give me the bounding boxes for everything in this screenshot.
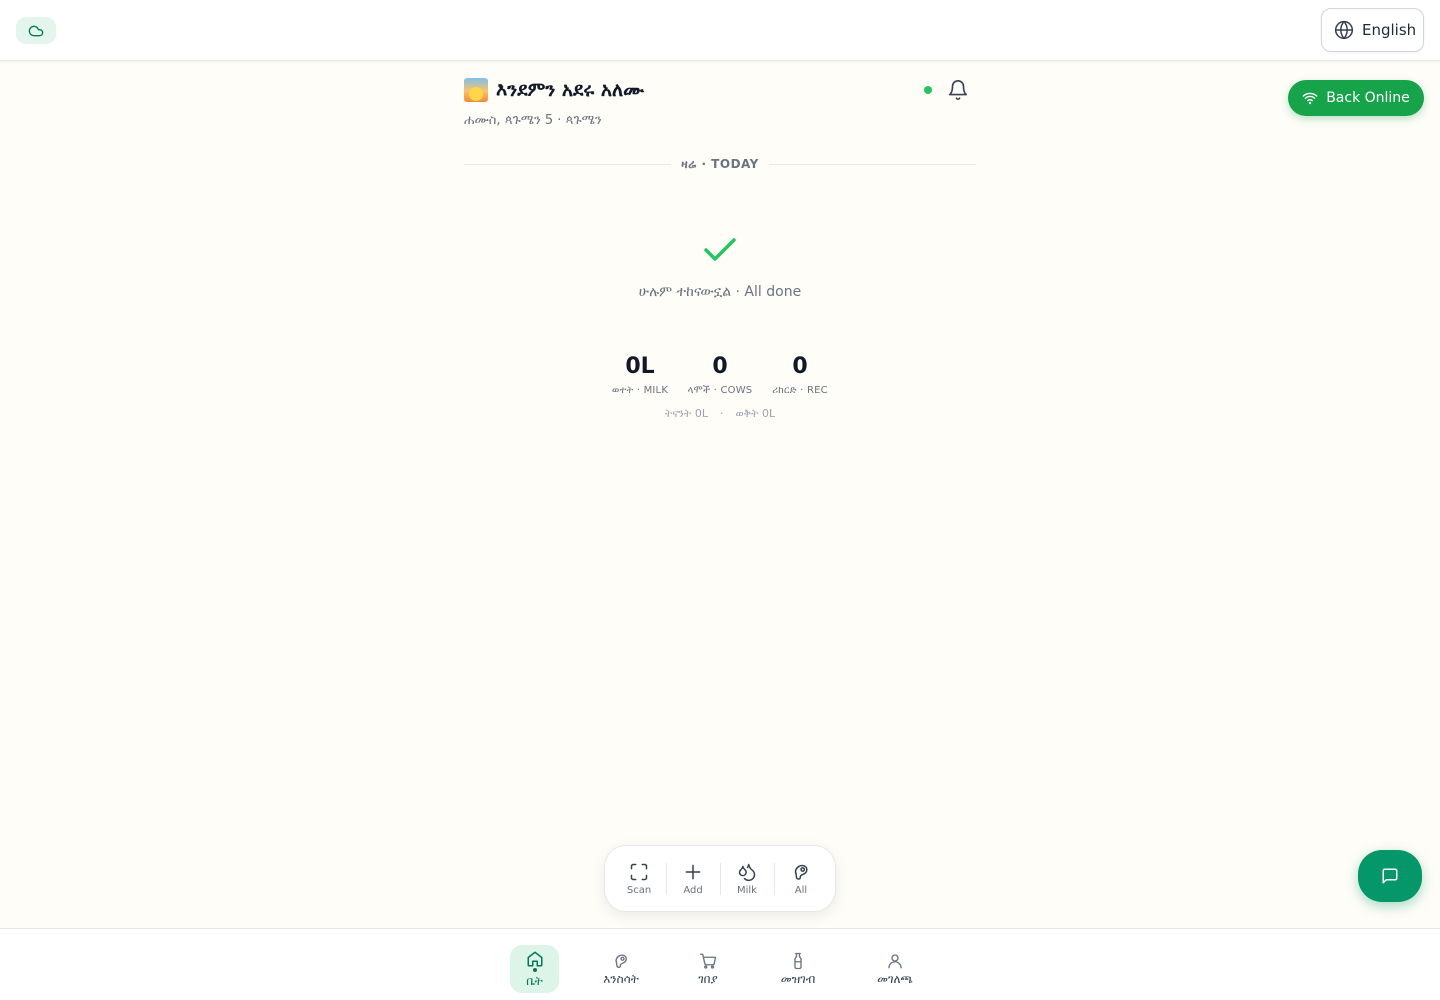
- stat-milk-label: ወተት · MILK: [611, 385, 669, 396]
- comparison-separator: ·: [719, 407, 724, 420]
- plus-icon: [685, 864, 701, 879]
- stat-records-label: ሪከርድ · REC: [772, 385, 828, 396]
- greeting-text: እንደምን አደሩ አለሙ: [496, 79, 645, 101]
- stat-cows: 0 ላሞች · COWS: [680, 352, 760, 396]
- sync-button[interactable]: [16, 17, 56, 44]
- divider-line-right: [768, 163, 976, 165]
- top-bar: English: [0, 0, 1440, 61]
- scan-icon: [630, 863, 648, 880]
- chat-button[interactable]: [1358, 850, 1422, 902]
- back-online-toast[interactable]: Back Online: [1288, 80, 1424, 116]
- nav-item-profile-label: መገለጫ: [877, 971, 913, 986]
- quick-action-all-label: All: [794, 884, 808, 896]
- date-text: ሐሙስ, ጳጉሜን 5 · ጳጉሜን: [464, 113, 602, 128]
- nav-item-home-label: ቤት: [526, 973, 543, 988]
- yesterday-milk: ትናንት 0L: [664, 407, 708, 420]
- stat-cows-label: ላሞች · COWS: [687, 385, 753, 396]
- checkmark-icon: [704, 238, 736, 261]
- divider-line-left: [464, 163, 672, 165]
- stat-records: 0 ሪከርድ · REC: [760, 352, 840, 396]
- nav-item-animals[interactable]: እንስሳት: [596, 945, 646, 993]
- nav-item-profile[interactable]: መገለጫ: [869, 945, 921, 993]
- period-milk: ወቅት 0L: [735, 407, 776, 420]
- active-indicator-dot: [532, 967, 537, 972]
- nav-item-records-label: መዝገብ: [780, 971, 816, 986]
- quick-action-all[interactable]: All: [775, 855, 828, 903]
- bottom-navigation: ቤት እንስሳት ገበያ መዝገብ መገለጫ: [0, 928, 1440, 1000]
- greeting-header: እንደምን አደሩ አለሙ: [464, 78, 644, 102]
- wifi-icon: [1302, 92, 1318, 105]
- quick-action-add[interactable]: Add: [667, 855, 720, 903]
- cart-icon: [699, 953, 717, 969]
- quick-action-add-label: Add: [683, 884, 703, 896]
- cow-icon: [794, 864, 808, 880]
- stat-milk: 0L ወተት · MILK: [600, 352, 680, 396]
- milk-bottle-icon: [794, 952, 802, 969]
- stat-records-value: 0: [792, 354, 808, 379]
- cloud-icon: [28, 25, 44, 36]
- cow-icon: [615, 953, 627, 968]
- milk-drop-icon: [738, 863, 756, 881]
- globe-icon: [1334, 20, 1354, 40]
- nav-item-animals-label: እንስሳት: [603, 971, 639, 986]
- stats-row: 0L ወተት · MILK 0 ላሞች · COWS 0 ሪከርድ · REC: [600, 352, 840, 396]
- comparison-line: ትናንት 0L · ወቅት 0L: [0, 407, 1440, 421]
- home-icon: [527, 951, 542, 966]
- language-label: English: [1362, 21, 1417, 39]
- nav-item-market-label: ገበያ: [698, 971, 718, 986]
- quick-action-scan-label: Scan: [626, 884, 652, 896]
- sunrise-icon: [464, 78, 488, 102]
- quick-action-milk-label: Milk: [737, 884, 757, 896]
- user-icon: [888, 953, 902, 968]
- online-status-dot: [924, 86, 932, 94]
- today-label: ዛሬ · TODAY: [681, 156, 759, 171]
- stat-cows-value: 0: [712, 354, 728, 379]
- nav-item-market[interactable]: ገበያ: [688, 945, 728, 993]
- nav-item-records[interactable]: መዝገብ: [773, 945, 823, 993]
- all-done-text: ሁሉም ተከናውኗል · All done: [638, 284, 802, 300]
- quick-action-scan[interactable]: Scan: [613, 855, 666, 903]
- nav-item-home[interactable]: ቤት: [510, 945, 559, 993]
- stat-milk-value: 0L: [625, 354, 655, 379]
- language-switcher[interactable]: English: [1321, 8, 1424, 52]
- chat-icon: [1382, 868, 1398, 884]
- back-online-label: Back Online: [1326, 90, 1410, 106]
- quick-action-milk[interactable]: Milk: [721, 855, 774, 903]
- bell-icon[interactable]: [947, 79, 969, 101]
- quick-actions-bar: Scan Add Milk All: [604, 845, 836, 912]
- today-divider: ዛሬ · TODAY: [464, 155, 976, 173]
